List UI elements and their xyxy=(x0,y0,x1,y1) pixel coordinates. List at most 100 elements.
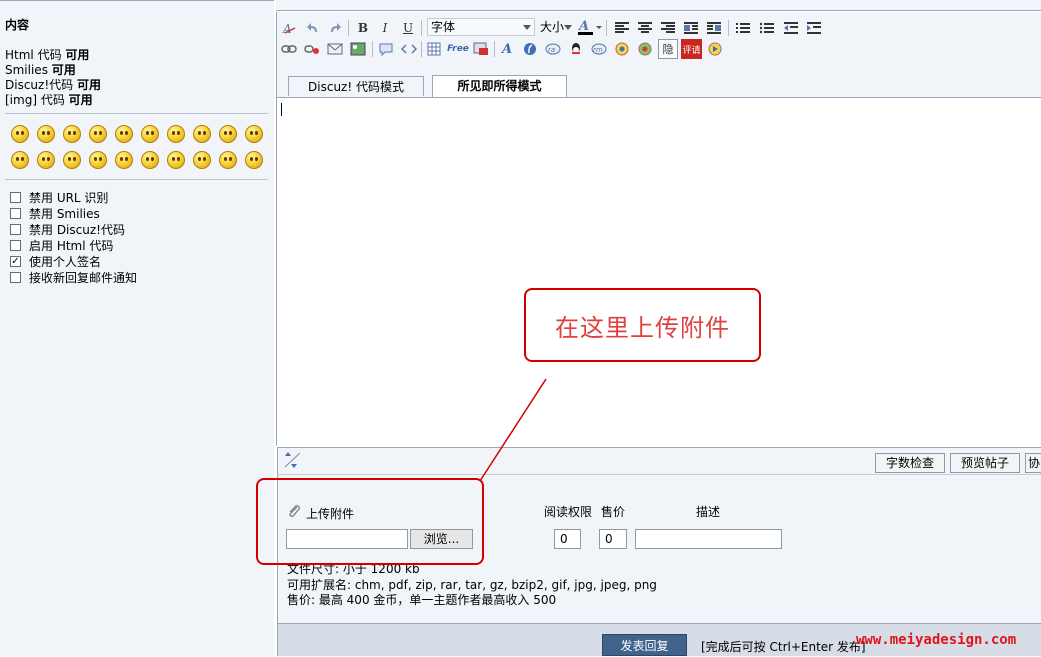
smiley-icon[interactable] xyxy=(11,151,29,169)
checkbox[interactable] xyxy=(10,271,21,283)
checkbox[interactable] xyxy=(10,207,21,219)
option-use-signature[interactable]: ✓ 使用个人签名 xyxy=(10,254,102,269)
chevron-down-icon xyxy=(523,25,531,30)
feature-status: 可用 xyxy=(65,48,90,62)
annotation-highlight xyxy=(256,478,484,565)
float-left-icon[interactable] xyxy=(682,19,700,37)
float-right-icon[interactable] xyxy=(705,19,723,37)
smiley-icon[interactable] xyxy=(245,151,263,169)
option-label: 禁用 Discuz!代码 xyxy=(29,222,125,237)
audio-icon[interactable] xyxy=(636,40,654,58)
read-permission-header: 阅读权限 xyxy=(544,505,593,519)
checkbox[interactable] xyxy=(10,191,21,203)
divider xyxy=(5,179,268,180)
smiley-icon[interactable] xyxy=(37,151,55,169)
qq-icon[interactable] xyxy=(567,40,585,58)
smiley-icon[interactable] xyxy=(193,151,211,169)
smiley-icon[interactable] xyxy=(219,125,237,143)
more-button[interactable]: 协 xyxy=(1025,453,1041,473)
smiley-icon[interactable] xyxy=(115,125,133,143)
undo-icon[interactable] xyxy=(304,19,322,37)
real-media-icon[interactable]: rm xyxy=(590,40,608,58)
align-left-icon[interactable] xyxy=(613,19,631,37)
option-label: 使用个人签名 xyxy=(29,254,102,269)
smiley-icon[interactable] xyxy=(167,151,185,169)
smiley-icon[interactable] xyxy=(89,151,107,169)
font-color-icon[interactable]: A xyxy=(577,18,603,36)
hide-icon[interactable]: 隐 xyxy=(658,39,678,59)
smiley-icon[interactable] xyxy=(63,151,81,169)
smiley-icon[interactable] xyxy=(37,125,55,143)
ordered-list-icon[interactable] xyxy=(734,19,752,37)
smiley-icon[interactable] xyxy=(115,151,133,169)
size-select[interactable]: 大小 xyxy=(536,18,576,36)
option-enable-html[interactable]: 启用 Html 代码 xyxy=(10,238,113,253)
feature-name: Html 代码 xyxy=(5,48,62,62)
align-center-icon[interactable] xyxy=(636,19,654,37)
bold-icon[interactable]: B xyxy=(354,19,372,37)
submit-reply-button[interactable]: 发表回复 xyxy=(602,634,687,656)
smiley-icon[interactable] xyxy=(63,125,81,143)
video-icon[interactable] xyxy=(706,40,724,58)
smiley-icon[interactable] xyxy=(141,151,159,169)
toolbar-separator xyxy=(421,41,422,57)
option-disable-smilies[interactable]: 禁用 Smilies xyxy=(10,206,100,221)
option-label: 接收新回复邮件通知 xyxy=(29,270,138,285)
hr-icon[interactable] xyxy=(472,40,490,58)
align-right-icon[interactable] xyxy=(659,19,677,37)
checkbox[interactable] xyxy=(10,223,21,235)
media-player-icon[interactable] xyxy=(613,40,631,58)
smiley-icon[interactable] xyxy=(167,125,185,143)
price-input[interactable]: 0 xyxy=(599,529,627,549)
smiley-icon[interactable] xyxy=(219,151,237,169)
toolbar-separator xyxy=(728,20,729,36)
smiley-icon[interactable] xyxy=(141,125,159,143)
real-audio-icon[interactable]: ra xyxy=(544,40,562,58)
feature-status: 可用 xyxy=(51,63,76,77)
redo-icon[interactable] xyxy=(326,19,344,37)
outdent-icon[interactable] xyxy=(782,19,800,37)
top-strip xyxy=(276,0,1041,11)
checkbox[interactable] xyxy=(10,239,21,251)
smiley-icon[interactable] xyxy=(245,125,263,143)
italic-icon[interactable]: I xyxy=(376,19,394,37)
rate-icon[interactable]: 评请 xyxy=(681,39,702,59)
free-icon[interactable]: Free xyxy=(447,40,469,58)
feature-name: [img] 代码 xyxy=(5,93,65,107)
annotation-callout: 在这里上传附件 xyxy=(524,288,761,362)
link-icon[interactable] xyxy=(280,40,298,58)
smiley-icon[interactable] xyxy=(193,125,211,143)
unordered-list-icon[interactable] xyxy=(758,19,776,37)
tab-wysiwyg[interactable]: 所见即所得模式 xyxy=(432,75,567,97)
indent-icon[interactable] xyxy=(805,19,823,37)
table-icon[interactable] xyxy=(425,40,443,58)
smiley-icon[interactable] xyxy=(89,125,107,143)
toolbar-separator xyxy=(606,20,607,36)
shortcut-hint: [完成后可按 Ctrl+Enter 发布] xyxy=(701,640,866,654)
resize-handle-icon[interactable] xyxy=(282,451,300,469)
font-a-icon[interactable]: A xyxy=(498,40,516,58)
tab-discuz-code[interactable]: Discuz! 代码模式 xyxy=(288,76,424,96)
flash-icon[interactable] xyxy=(521,40,539,58)
clear-format-icon[interactable]: A xyxy=(280,19,298,37)
smiley-icon[interactable] xyxy=(11,125,29,143)
svg-text:A: A xyxy=(577,19,589,34)
checkbox-checked[interactable]: ✓ xyxy=(10,255,21,267)
quote-icon[interactable] xyxy=(377,40,395,58)
toolbar-separator xyxy=(372,41,373,57)
preview-button[interactable]: 预览帖子 xyxy=(950,453,1020,473)
code-icon[interactable] xyxy=(400,40,418,58)
option-disable-url[interactable]: 禁用 URL 识别 xyxy=(10,190,108,205)
font-select[interactable]: 字体 xyxy=(427,18,535,36)
unlink-icon[interactable] xyxy=(303,40,321,58)
toolbar-separator xyxy=(421,20,422,36)
image-icon[interactable] xyxy=(349,40,367,58)
left-sidebar: 内容 Html 代码 可用 Smilies 可用 Discuz!代码 可用 [i… xyxy=(0,0,274,656)
description-input[interactable] xyxy=(635,529,782,549)
email-icon[interactable] xyxy=(326,40,344,58)
option-disable-discuz[interactable]: 禁用 Discuz!代码 xyxy=(10,222,125,237)
read-permission-input[interactable]: 0 xyxy=(554,529,581,549)
underline-icon[interactable]: U xyxy=(399,19,417,37)
word-count-button[interactable]: 字数检查 xyxy=(875,453,945,473)
option-email-notify[interactable]: 接收新回复邮件通知 xyxy=(10,270,138,285)
